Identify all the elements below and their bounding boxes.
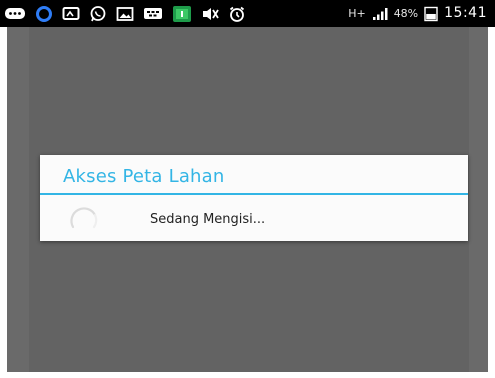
progress-dialog: Akses Peta Lahan Sedang Mengisi... (40, 155, 468, 241)
clock: 15:41 (444, 5, 487, 21)
screen: H+ 48% 15:41 Akses Peta Lahan Sedang Men… (0, 0, 495, 378)
status-bar: H+ 48% 15:41 (0, 0, 495, 27)
dialog-title: Akses Peta Lahan (63, 166, 225, 187)
signal-icon (372, 7, 388, 20)
bbm-icon (144, 7, 162, 19)
alarm-icon (229, 6, 245, 22)
app-icon (173, 5, 191, 22)
battery-percent: 48% (393, 7, 419, 20)
loading-spinner-icon (70, 207, 98, 229)
notification-icons (4, 3, 246, 24)
battery-icon (424, 6, 438, 21)
image-icon (116, 6, 134, 21)
mute-icon (203, 7, 219, 20)
messenger-icon (36, 5, 52, 22)
dialog-message: Sedang Mengisi... (150, 212, 266, 227)
whatsapp-icon (90, 5, 106, 21)
cast-icon (62, 6, 80, 20)
network-type-label: H+ (348, 7, 366, 20)
system-icons: H+ 48% 15:41 (348, 3, 487, 24)
dialog-divider (40, 193, 468, 195)
chat-bubble-icon (5, 7, 25, 19)
